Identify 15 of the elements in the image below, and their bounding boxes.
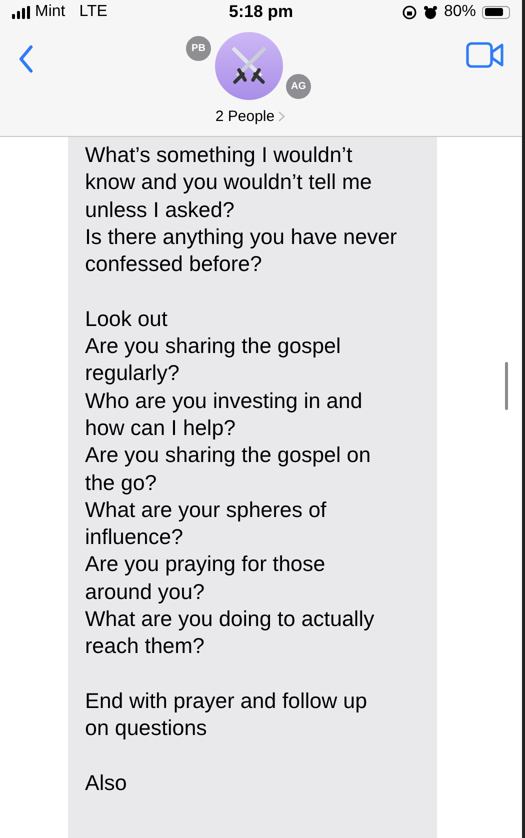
chevron-icon bbox=[278, 111, 285, 122]
participant-avatar: PB bbox=[185, 35, 212, 62]
battery-icon bbox=[482, 6, 510, 18]
carrier-name: Mint bbox=[35, 3, 66, 21]
participant-avatar: AG bbox=[285, 73, 312, 100]
video-call-button[interactable] bbox=[466, 42, 504, 71]
battery-percent: 80% bbox=[444, 3, 476, 21]
network-type: LTE bbox=[79, 3, 108, 21]
rotation-lock-icon bbox=[402, 4, 417, 20]
group-title[interactable]: 2 People bbox=[215, 108, 285, 125]
alarm-icon bbox=[422, 4, 438, 20]
scroll-indicator bbox=[505, 362, 508, 410]
status-time: 5:18 pm bbox=[228, 2, 294, 22]
message-text: What’s something I wouldn’t know and you wouldn’t tell me unless I asked? Is there anything you have never confessed before? Look out Are you sharing the gospel regularly? Who are you investing in and how can I help? Are you sharing the gospel on the go? What are your spheres of influence? Are you praying for those around you? What are you doing to actually reach them? End with prayer and follow up on questions Also bbox=[85, 142, 398, 797]
signal-icon bbox=[12, 6, 30, 18]
